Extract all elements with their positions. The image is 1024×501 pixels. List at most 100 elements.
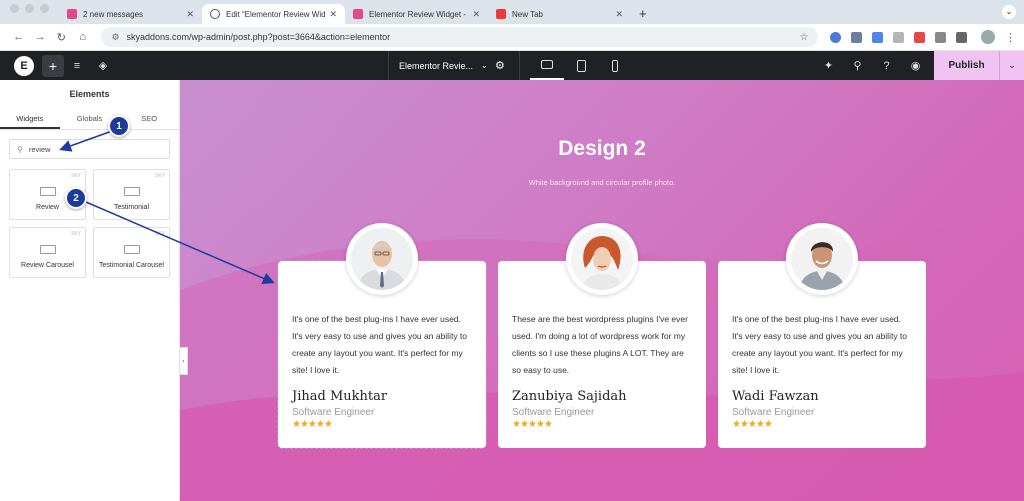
elementor-logo-icon[interactable]: E <box>14 55 34 76</box>
profile-photo <box>351 228 413 290</box>
browser-tab-edit[interactable]: Edit “Elementor Review Widge ✕ <box>202 4 345 24</box>
search-icon[interactable]: ⚲ <box>843 59 872 72</box>
rating-stars: ★★★★★ <box>512 419 553 430</box>
widget-label: Testimonial Carousel <box>99 262 164 269</box>
editor-top-bar: E + ≡ ◈ Elementor Revie... ⌄ ⚙ ✦ ⚲ ? ◉ P… <box>0 51 1024 80</box>
widget-label: Review Carousel <box>21 262 74 269</box>
reviewer-role: Software Engineer <box>732 407 815 418</box>
chevron-down-icon: ⌄ <box>481 61 488 70</box>
mobile-icon <box>612 59 618 72</box>
profile-photo <box>571 228 633 290</box>
section-title: Design 2 <box>558 137 646 160</box>
add-element-button[interactable]: + <box>42 54 64 77</box>
elements-panel: Elements Widgets Globals SEO ⚲ review SK… <box>0 80 180 501</box>
extension-icon[interactable] <box>830 31 842 43</box>
publish-button[interactable]: Publish <box>934 51 999 80</box>
url-text: skyaddons.com/wp-admin/post.php?post=366… <box>126 32 391 42</box>
notifications-icon[interactable]: ✦ <box>814 59 843 72</box>
sidebar-icon[interactable] <box>956 31 968 43</box>
responsive-device-switcher <box>530 51 632 80</box>
browser-tab-new-tab[interactable]: New Tab ✕ <box>488 4 631 24</box>
profile-photo <box>791 228 853 290</box>
globe-icon <box>210 9 220 19</box>
window-controls[interactable] <box>0 0 59 24</box>
testimonial-widget-icon <box>123 187 140 196</box>
rating-stars: ★★★★★ <box>292 419 333 430</box>
browser-tab-strip: 2 new messages ✕ Edit “Elementor Review … <box>0 0 1024 24</box>
widget-grid: SKY Review SKY Testimonial SKY Review Ca… <box>9 169 170 278</box>
new-tab-button[interactable]: + <box>631 6 655 24</box>
shield-icon[interactable] <box>851 31 863 43</box>
pink-app-icon <box>353 9 363 19</box>
annotation-step-2: 2 <box>65 187 87 209</box>
tab-title: Elementor Review Widget - S <box>369 9 469 19</box>
tab-title: New Tab <box>512 9 543 19</box>
widget-testimonial-carousel[interactable]: SKY Testimonial Carousel <box>93 227 170 278</box>
close-icon[interactable]: ✕ <box>186 9 194 20</box>
reviewer-name: Zanubiya Sajidah <box>512 389 627 404</box>
forward-icon[interactable]: → <box>29 31 50 43</box>
home-icon[interactable]: ⌂ <box>72 31 93 43</box>
review-card[interactable]: It's one of the best plug-ins I have eve… <box>718 223 926 448</box>
review-card[interactable]: It's one of the best plug-ins I have eve… <box>277 223 487 449</box>
widget-label: Testimonial <box>113 204 149 211</box>
puzzle-icon[interactable] <box>935 31 947 43</box>
publish-options-button[interactable]: ⌄ <box>999 51 1024 80</box>
editor-canvas[interactable]: Design 2 White background and circular p… <box>180 80 1024 501</box>
reviewer-name: Wadi Fawzan <box>732 389 819 404</box>
back-icon[interactable]: ← <box>8 31 29 43</box>
sky-badge: SKY <box>70 173 81 179</box>
sky-badge: SKY <box>154 173 165 179</box>
desktop-icon <box>541 60 553 69</box>
widget-search-input[interactable]: ⚲ review <box>9 139 170 159</box>
mobile-view-button[interactable] <box>598 51 632 80</box>
red-app-icon <box>496 9 506 19</box>
settings-sliders-icon[interactable]: ≡ <box>64 60 90 72</box>
review-carousel-widget-icon <box>39 245 56 254</box>
help-icon[interactable]: ? <box>872 60 901 72</box>
extension-icon[interactable] <box>914 31 926 43</box>
extension-icon[interactable] <box>893 31 905 43</box>
review-text: These are the best wordpress plugins I'v… <box>512 314 688 375</box>
preview-eye-icon[interactable]: ◉ <box>901 59 930 72</box>
widget-label: Review <box>36 204 59 211</box>
sky-badge: SKY <box>70 231 81 237</box>
tab-widgets[interactable]: Widgets <box>0 107 60 129</box>
url-input[interactable]: ⚙ skyaddons.com/wp-admin/post.php?post=3… <box>101 27 819 47</box>
widget-testimonial[interactable]: SKY Testimonial <box>93 169 170 220</box>
site-info-icon[interactable]: ⚙ <box>111 32 119 43</box>
review-text: It's one of the best plug-ins I have eve… <box>292 314 468 375</box>
close-icon[interactable]: ✕ <box>472 9 480 20</box>
close-icon[interactable]: ✕ <box>329 9 337 20</box>
rating-stars: ★★★★★ <box>732 419 773 430</box>
close-icon[interactable]: ✕ <box>615 9 623 20</box>
chevron-down-icon[interactable]: ⌄ <box>1002 5 1016 19</box>
reload-icon[interactable]: ↻ <box>51 31 72 44</box>
desktop-view-button[interactable] <box>530 51 564 80</box>
avatar <box>346 223 418 295</box>
menu-icon[interactable]: ⋮ <box>1005 31 1016 44</box>
avatar[interactable] <box>981 30 996 44</box>
tab-title: Edit “Elementor Review Widge <box>226 9 326 19</box>
search-value: review <box>28 144 51 154</box>
avatar <box>566 223 638 295</box>
tab-title: 2 new messages <box>83 9 144 19</box>
tablet-view-button[interactable] <box>564 51 598 80</box>
browser-tab-review-widget[interactable]: Elementor Review Widget - S ✕ <box>345 4 488 24</box>
browser-tab-messages[interactable]: 2 new messages ✕ <box>59 4 202 24</box>
avatar <box>786 223 858 295</box>
review-card[interactable]: These are the best wordpress plugins I'v… <box>498 223 706 448</box>
reviewer-role: Software Engineer <box>512 407 595 418</box>
pink-app-icon <box>67 9 77 19</box>
address-bar: ← → ↻ ⌂ ⚙ skyaddons.com/wp-admin/post.ph… <box>0 24 1024 51</box>
extensions-bar <box>830 31 968 43</box>
widget-review-carousel[interactable]: SKY Review Carousel <box>9 227 86 278</box>
reviewer-name: Jihad Mukhtar <box>292 389 388 404</box>
gear-icon[interactable]: ⚙ <box>495 59 505 72</box>
layers-icon[interactable]: ◈ <box>90 59 116 72</box>
tablet-icon <box>576 59 586 72</box>
collapse-panel-button[interactable]: ‹ <box>180 347 188 375</box>
translate-icon[interactable] <box>872 31 884 43</box>
bookmark-star-icon[interactable]: ☆ <box>799 32 808 43</box>
panel-title: Elements <box>69 88 110 99</box>
